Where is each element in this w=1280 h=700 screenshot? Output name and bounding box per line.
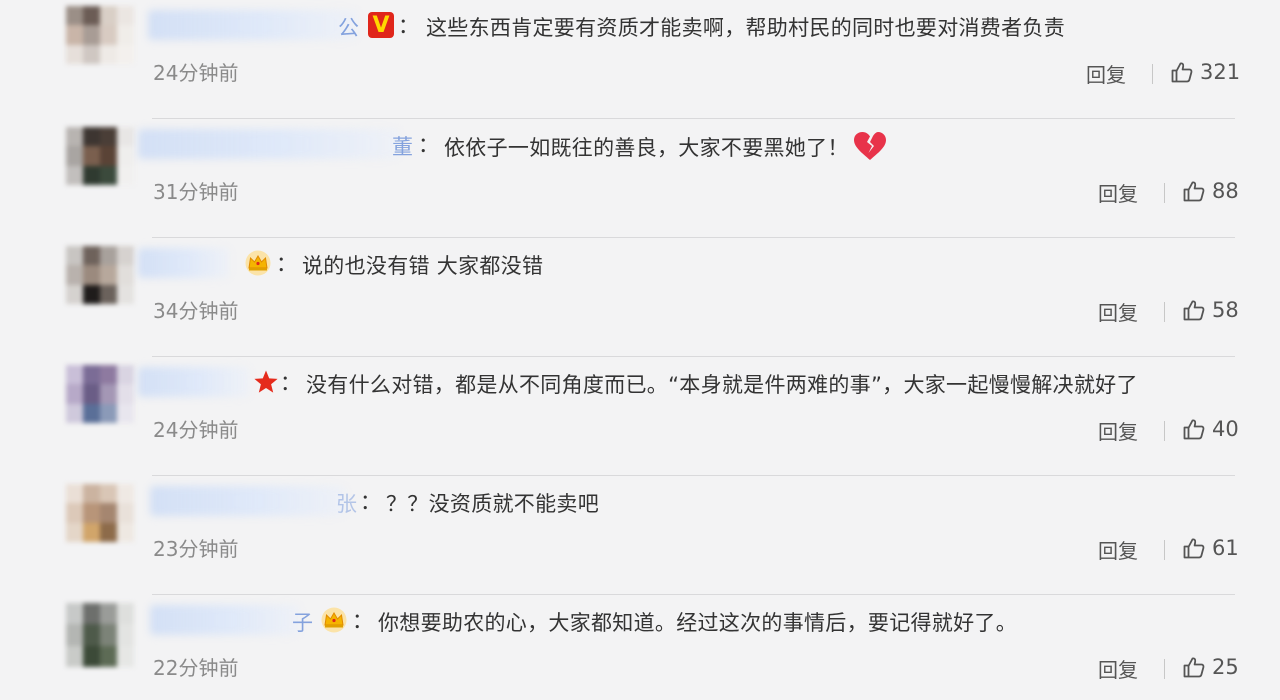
colon: ： xyxy=(280,371,301,395)
verified-v-badge-icon: V xyxy=(368,12,394,38)
comment-item: 子 ： 你想要助农的心，大家都知道。经过这次的事情后，要记得就好了。 22分钟前… xyxy=(0,595,1280,700)
username-tail[interactable]: 子 xyxy=(292,607,313,637)
comment-text: ？？没资质就不能卖吧 xyxy=(386,492,599,516)
colon: ： xyxy=(418,133,439,157)
crown-badge-icon xyxy=(244,249,272,277)
username[interactable] xyxy=(150,486,346,516)
reply-button[interactable]: 回复 xyxy=(1098,178,1138,207)
reply-button[interactable]: 回复 xyxy=(1098,416,1138,445)
avatar[interactable] xyxy=(66,246,134,304)
comment-time: 34分钟前 xyxy=(153,299,239,323)
avatar[interactable] xyxy=(66,365,134,423)
colon: ： xyxy=(360,490,381,514)
action-separator xyxy=(1164,421,1165,441)
avatar[interactable] xyxy=(66,6,134,64)
like-button[interactable]: 321 xyxy=(1170,60,1240,84)
username[interactable] xyxy=(138,248,230,278)
username[interactable] xyxy=(138,367,250,397)
like-count: 88 xyxy=(1212,179,1239,203)
comment-item: ： 说的也没有错 大家都没错 34分钟前 回复 58 xyxy=(0,238,1280,357)
username-tail[interactable]: 张 xyxy=(336,488,357,518)
thumbs-up-icon xyxy=(1183,181,1205,202)
comment-item: ： 没有什么对错，都是从不同角度而已。“本身就是件两难的事”，大家一起慢慢解决就… xyxy=(0,357,1280,476)
comment-text-content: 依依子一如既往的善良，大家不要黑她了！ xyxy=(444,136,849,160)
username[interactable] xyxy=(138,129,400,159)
like-button[interactable]: 40 xyxy=(1182,417,1239,441)
reply-button[interactable]: 回复 xyxy=(1098,654,1138,683)
comment-item: 董 ： 依依子一如既往的善良，大家不要黑她了！ 31分钟前 回复 88 xyxy=(0,119,1280,238)
action-separator xyxy=(1152,64,1153,84)
username-tail[interactable]: 公 xyxy=(338,12,359,42)
thumbs-up-icon xyxy=(1183,657,1205,678)
thumbs-up-icon xyxy=(1183,300,1205,321)
reply-button[interactable]: 回复 xyxy=(1098,297,1138,326)
reply-button[interactable]: 回复 xyxy=(1098,535,1138,564)
like-button[interactable]: 61 xyxy=(1182,536,1239,560)
reply-button[interactable]: 回复 xyxy=(1086,59,1126,88)
comment-text: 说的也没有错 大家都没错 xyxy=(302,254,544,278)
comment-time: 22分钟前 xyxy=(153,656,239,680)
comment-time: 23分钟前 xyxy=(153,537,239,561)
comment-item: 公 V ： 这些东西肯定要有资质才能卖啊，帮助村民的同时也要对消费者负责 24分… xyxy=(0,0,1280,119)
comment-item: 张 ： ？？没资质就不能卖吧 23分钟前 回复 61 xyxy=(0,476,1280,595)
like-button[interactable]: 58 xyxy=(1182,298,1239,322)
colon: ： xyxy=(352,609,373,633)
username-tail[interactable]: 董 xyxy=(392,131,413,161)
like-count: 58 xyxy=(1212,298,1239,322)
like-count: 40 xyxy=(1212,417,1239,441)
avatar[interactable] xyxy=(66,484,134,542)
comment-time: 24分钟前 xyxy=(153,61,239,85)
action-separator xyxy=(1164,302,1165,322)
username[interactable] xyxy=(150,605,300,635)
colon: ： xyxy=(398,14,419,38)
thumbs-up-icon xyxy=(1183,419,1205,440)
comment-time: 31分钟前 xyxy=(153,180,239,204)
colon: ： xyxy=(276,252,297,276)
comment-text: 依依子一如既往的善良，大家不要黑她了！ xyxy=(444,131,887,162)
comment-text: 没有什么对错，都是从不同角度而已。“本身就是件两难的事”，大家一起慢慢解决就好了 xyxy=(306,373,1138,397)
comment-list: 公 V ： 这些东西肯定要有资质才能卖啊，帮助村民的同时也要对消费者负责 24分… xyxy=(0,0,1280,700)
thumbs-up-icon xyxy=(1171,62,1193,83)
thumbs-up-icon xyxy=(1183,538,1205,559)
action-separator xyxy=(1164,540,1165,560)
star-badge-icon xyxy=(252,368,280,396)
comment-text: 这些东西肯定要有资质才能卖啊，帮助村民的同时也要对消费者负责 xyxy=(426,16,1065,40)
like-count: 61 xyxy=(1212,536,1239,560)
broken-heart-icon xyxy=(853,132,886,160)
username[interactable] xyxy=(148,10,358,40)
avatar[interactable] xyxy=(66,603,134,667)
comment-text: 你想要助农的心，大家都知道。经过这次的事情后，要记得就好了。 xyxy=(378,611,1017,635)
like-count: 321 xyxy=(1200,60,1241,84)
like-button[interactable]: 25 xyxy=(1182,655,1239,679)
avatar[interactable] xyxy=(66,127,134,185)
like-button[interactable]: 88 xyxy=(1182,179,1239,203)
comment-time: 24分钟前 xyxy=(153,418,239,442)
like-count: 25 xyxy=(1212,655,1239,679)
action-separator xyxy=(1164,183,1165,203)
action-separator xyxy=(1164,659,1165,679)
crown-badge-icon xyxy=(320,606,348,634)
